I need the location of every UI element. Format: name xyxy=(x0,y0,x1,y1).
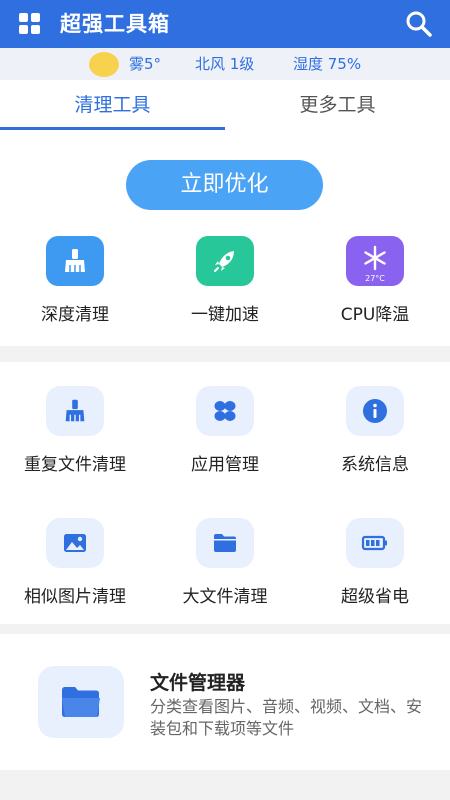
optimize-now-button[interactable]: 立即优化 xyxy=(126,160,323,210)
search-icon[interactable] xyxy=(404,9,434,39)
app-header: 超强工具箱 xyxy=(0,0,450,48)
weather-condition: 雾5° xyxy=(129,55,162,73)
rocket-icon xyxy=(196,236,254,286)
app-management-tool[interactable]: 应用管理 xyxy=(150,386,300,475)
broom-icon xyxy=(46,236,104,286)
tab-bar: 清理工具 更多工具 xyxy=(0,80,450,130)
apps-icon xyxy=(196,386,254,436)
speed-up-tool[interactable]: 一键加速 xyxy=(150,236,300,325)
tools-grid-section: 重复文件清理 应用管理 系统信息 相似图片清理 大文件清理 超级省电 xyxy=(0,362,450,624)
cpu-cooling-tool[interactable]: 27°C CPU降温 xyxy=(300,236,450,325)
temperature-badge: 27°C xyxy=(365,274,385,283)
tool-label: 超级省电 xyxy=(341,587,409,607)
grid-menu-icon[interactable] xyxy=(19,13,41,35)
tool-label: 应用管理 xyxy=(191,455,259,475)
file-manager-card[interactable]: 文件管理器 分类查看图片、音频、视频、文档、安装包和下载项等文件 xyxy=(0,634,450,770)
app-title: 超强工具箱 xyxy=(60,12,170,36)
quick-tools-section: 立即优化 深度清理 一键加速 27°C CPU降温 xyxy=(0,130,450,346)
tab-more-tools[interactable]: 更多工具 xyxy=(225,80,450,130)
snowflake-icon: 27°C xyxy=(346,236,404,286)
battery-icon xyxy=(346,518,404,568)
tool-label: 系统信息 xyxy=(341,455,409,475)
open-folder-icon xyxy=(38,666,124,738)
file-manager-description: 分类查看图片、音频、视频、文档、安装包和下载项等文件 xyxy=(150,697,423,738)
tool-label: 相似图片清理 xyxy=(24,587,126,607)
system-info-tool[interactable]: 系统信息 xyxy=(300,386,450,475)
weather-humidity: 湿度 75% xyxy=(293,55,362,73)
weather-wind: 北风 1级 xyxy=(195,55,255,73)
tool-label: 大文件清理 xyxy=(182,587,268,607)
large-file-clean-tool[interactable]: 大文件清理 xyxy=(150,518,300,607)
weather-bar: 雾5° 北风 1级 湿度 75% xyxy=(0,48,450,80)
tool-label: 重复文件清理 xyxy=(24,455,126,475)
image-icon xyxy=(46,518,104,568)
power-saving-tool[interactable]: 超级省电 xyxy=(300,518,450,607)
info-icon xyxy=(346,386,404,436)
duplicate-file-clean-tool[interactable]: 重复文件清理 xyxy=(0,386,150,475)
tab-cleaning-tools[interactable]: 清理工具 xyxy=(0,80,225,130)
similar-image-clean-tool[interactable]: 相似图片清理 xyxy=(0,518,150,607)
deep-clean-tool[interactable]: 深度清理 xyxy=(0,236,150,325)
tool-label: 深度清理 xyxy=(41,305,109,325)
folder-icon xyxy=(196,518,254,568)
file-manager-title: 文件管理器 xyxy=(150,672,246,694)
broom-icon xyxy=(46,386,104,436)
tool-label: CPU降温 xyxy=(340,305,410,325)
tool-label: 一键加速 xyxy=(191,305,259,325)
sun-icon xyxy=(89,52,119,77)
